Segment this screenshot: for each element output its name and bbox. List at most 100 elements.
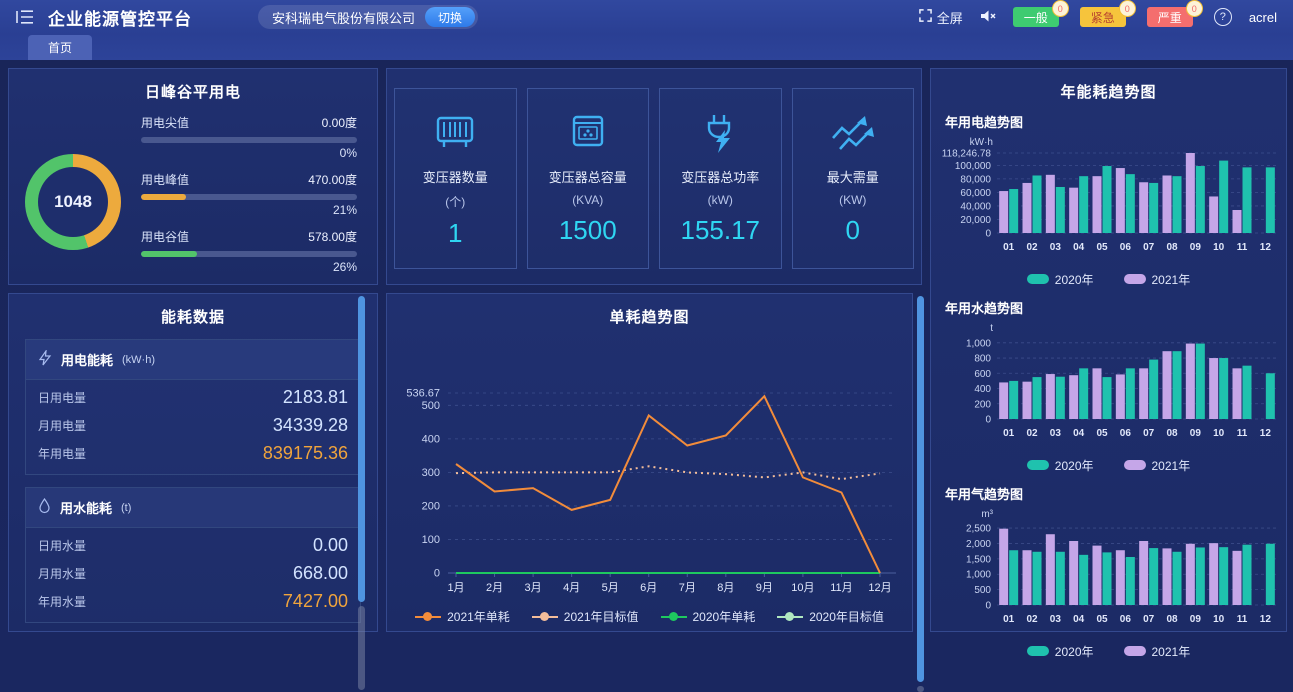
table-row: 日用水量 0.00 (26, 528, 360, 556)
mid-panel-scrollbar-thumb[interactable] (917, 296, 924, 682)
peak-valley-donut: 1048 (25, 154, 121, 250)
bar (1102, 552, 1111, 605)
svg-text:100,000: 100,000 (954, 161, 991, 172)
row-label: 日用电量 (38, 389, 86, 406)
menu-fold-icon[interactable] (16, 10, 34, 24)
bar (1265, 373, 1274, 419)
svg-text:03: 03 (1049, 614, 1061, 625)
bar (1219, 547, 1228, 605)
bar-chart-svg: t1,0008006004002000010203040506070809101… (933, 319, 1285, 451)
bar (1209, 543, 1218, 605)
bar (1125, 557, 1134, 605)
bar (1069, 188, 1078, 233)
legend-item[interactable]: 2020年 (1027, 643, 1094, 660)
svg-text:100: 100 (421, 534, 439, 546)
energy-panel-scrollbar-thumb[interactable] (358, 296, 365, 602)
svg-text:09: 09 (1189, 428, 1201, 439)
yearly-trend-title: 年能耗趋势图 (931, 69, 1286, 102)
peak-valley-panel: 日峰谷平用电 1048 用电尖值 0.00度 0% (8, 68, 378, 285)
water-trend-block: 年用水趋势图 t1,000800600400200001020304050607… (931, 288, 1286, 474)
table-row: 日用电量 2183.81 (26, 380, 360, 408)
bar (1162, 351, 1171, 419)
svg-text:07: 07 (1143, 428, 1155, 439)
bar (1055, 552, 1064, 605)
legend-item[interactable]: 2020年 (1027, 457, 1094, 474)
peak-valley-title: 日峰谷平用电 (9, 69, 377, 102)
svg-text:7月: 7月 (678, 582, 695, 594)
bar (1092, 176, 1101, 233)
svg-text:10月: 10月 (791, 582, 814, 594)
svg-text:200: 200 (421, 500, 439, 512)
peak-row-sharp: 用电尖值 0.00度 0% (141, 114, 357, 160)
help-button[interactable]: ? (1214, 8, 1232, 26)
legend-item[interactable]: 2021年 (1124, 457, 1191, 474)
svg-text:0: 0 (985, 229, 991, 240)
bar (1092, 546, 1101, 605)
legend-item[interactable]: 2020年目标值 (777, 608, 884, 625)
svg-text:20,000: 20,000 (960, 215, 991, 226)
svg-text:10: 10 (1213, 428, 1225, 439)
bar (1232, 551, 1241, 605)
svg-text:04: 04 (1073, 428, 1085, 439)
svg-text:2,500: 2,500 (965, 524, 990, 535)
legend-item[interactable]: 2021年单耗 (415, 608, 510, 625)
stat-card-transformer-capacity: 变压器总容量 (KVA) 1500 (527, 88, 650, 269)
svg-text:06: 06 (1119, 614, 1131, 625)
alarm-normal-count: 0 (1052, 0, 1069, 17)
legend-label: 2020年 (1055, 271, 1094, 288)
svg-text:11: 11 (1236, 242, 1247, 253)
row-label: 用电峰值 (141, 171, 189, 188)
alarm-severe-label: 严重 (1158, 9, 1182, 26)
alarm-normal-label: 一般 (1024, 9, 1048, 26)
legend-item[interactable]: 2021年 (1124, 643, 1191, 660)
demand-trend-icon (825, 107, 881, 161)
legend-item[interactable]: 2020年 (1027, 271, 1094, 288)
stat-card-transformer-power: 变压器总功率 (kW) 155.17 (659, 88, 782, 269)
username[interactable]: acrel (1249, 10, 1277, 25)
alarm-normal-button[interactable]: 一般 0 (1013, 7, 1059, 27)
section-unit: (t) (121, 502, 131, 514)
bar (1219, 161, 1228, 233)
row-label: 月用电量 (38, 417, 86, 434)
row-value: 2183.81 (283, 387, 348, 408)
mute-button[interactable] (980, 9, 996, 26)
row-percent: 26% (141, 260, 357, 274)
row-label: 年用水量 (38, 593, 86, 610)
bar (1032, 552, 1041, 605)
progress-fill (141, 251, 197, 257)
svg-text:02: 02 (1026, 614, 1038, 625)
energy-data-title: 能耗数据 (9, 294, 377, 327)
alarm-urgent-button[interactable]: 紧急 0 (1080, 7, 1126, 27)
switch-company-button[interactable]: 切换 (425, 7, 475, 27)
svg-text:10: 10 (1213, 614, 1225, 625)
bar (1022, 382, 1031, 419)
row-value: 0.00度 (322, 114, 357, 131)
bar (1139, 541, 1148, 605)
progress-track (141, 194, 357, 200)
stat-unit: (KVA) (572, 193, 603, 207)
series-line (456, 396, 880, 573)
svg-text:400: 400 (421, 433, 439, 445)
bar-chart-svg: m³2,5002,0001,5001,000500001020304050607… (933, 505, 1285, 637)
legend-marker (777, 616, 803, 618)
legend-item[interactable]: 2021年目标值 (532, 608, 639, 625)
power-icon (692, 107, 748, 161)
tab-home[interactable]: 首页 (28, 35, 92, 60)
svg-text:05: 05 (1096, 614, 1108, 625)
legend-swatch (1027, 646, 1049, 656)
legend-item[interactable]: 2021年 (1124, 271, 1191, 288)
legend-item[interactable]: 2020年单耗 (661, 608, 756, 625)
bar (1162, 548, 1171, 605)
svg-text:1,000: 1,000 (965, 570, 990, 581)
svg-text:03: 03 (1049, 428, 1061, 439)
bar (1009, 381, 1018, 419)
electric-trend-legend: 2020年 2021年 (931, 270, 1286, 288)
section-name: 用电能耗 (61, 350, 113, 369)
svg-text:400: 400 (974, 384, 991, 395)
svg-text:80,000: 80,000 (960, 174, 991, 185)
legend-label: 2021年 (1152, 271, 1191, 288)
electric-energy-section: 用电能耗 (kW·h) 日用电量 2183.81 月用电量 34339.28 年… (25, 339, 361, 475)
alarm-severe-button[interactable]: 严重 0 (1147, 7, 1193, 27)
electric-trend-subtitle: 年用电趋势图 (931, 102, 1286, 131)
fullscreen-button[interactable]: 全屏 (919, 8, 963, 27)
